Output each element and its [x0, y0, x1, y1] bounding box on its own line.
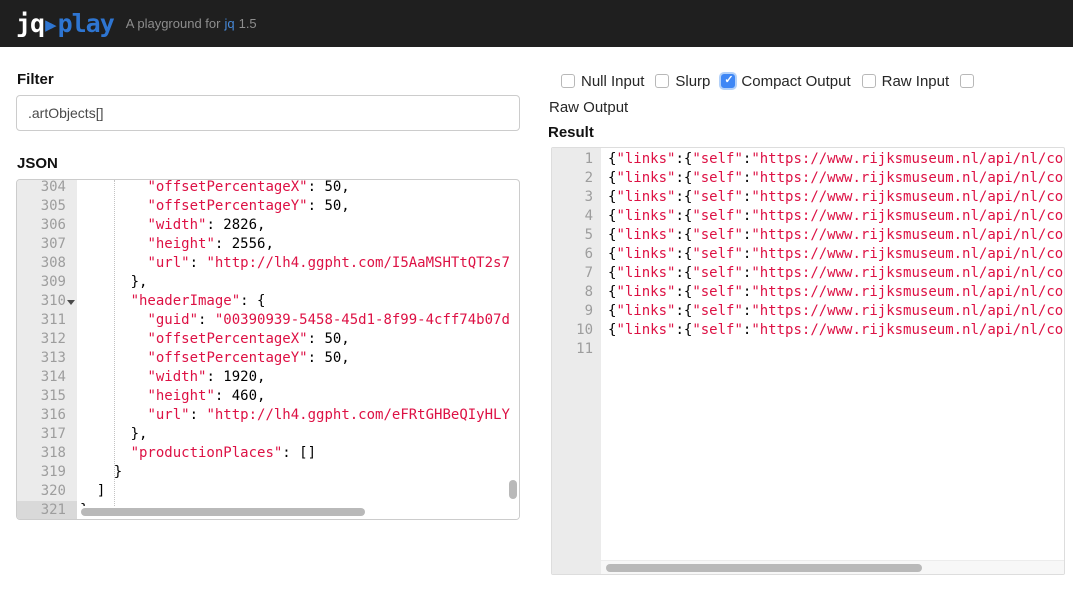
- code-line: "guid": "00390939-5458-45d1-8f99-4cff74b…: [80, 311, 519, 330]
- tagline: A playground forjq 1.5: [126, 16, 257, 31]
- code-line: "width": 2826,: [80, 216, 519, 235]
- tagline-version: 1.5: [239, 16, 257, 31]
- gutter-line-number: 307: [17, 235, 77, 254]
- code-line: {"links":{"self":"https://www.rijksmuseu…: [608, 226, 1064, 245]
- code-line: {"links":{"self":"https://www.rijksmuseu…: [608, 207, 1064, 226]
- result-hscroll-thumb[interactable]: [606, 564, 922, 572]
- gutter-line-number: 309: [17, 273, 77, 292]
- gutter-line-number: 1: [552, 150, 601, 169]
- json-editor-code[interactable]: "offsetPercentageX": 50, "offsetPercenta…: [77, 179, 519, 519]
- option-label: Null Input: [581, 73, 644, 90]
- gutter-line-number: 321: [17, 501, 77, 520]
- gutter-line-number: 316: [17, 406, 77, 425]
- gutter-line-number: 7: [552, 264, 601, 283]
- code-line: "height": 2556,: [80, 235, 519, 254]
- option-raw-input[interactable]: Raw Input: [862, 73, 950, 90]
- gutter-line-number: 313: [17, 349, 77, 368]
- header: jq ▶ play A playground forjq1.5: [0, 0, 1073, 47]
- code-line: ]: [80, 482, 519, 501]
- gutter-line-number: 11: [552, 340, 601, 359]
- code-line: {"links":{"self":"https://www.rijksmuseu…: [608, 150, 1064, 169]
- tagline-prefix: A playground for: [126, 16, 221, 31]
- checkbox-raw-output[interactable]: [960, 74, 974, 88]
- code-line: "url": "http://lh4.ggpht.com/I5AaMSHTtQT…: [80, 254, 519, 273]
- code-line: {"links":{"self":"https://www.rijksmuseu…: [608, 283, 1064, 302]
- code-line: {"links":{"self":"https://www.rijksmuseu…: [608, 321, 1064, 340]
- jq-link[interactable]: jq: [224, 16, 234, 31]
- gutter-line-number: 3: [552, 188, 601, 207]
- option-null-input[interactable]: Null Input: [561, 73, 644, 90]
- code-line: "height": 460,: [80, 387, 519, 406]
- play-triangle-icon: ▶: [45, 14, 56, 36]
- result-editor-code: {"links":{"self":"https://www.rijksmuseu…: [601, 148, 1064, 574]
- result-editor: 1234567891011 {"links":{"self":"https://…: [551, 147, 1065, 575]
- result-heading: Result: [548, 124, 594, 141]
- jqplay-logo[interactable]: jq ▶ play: [16, 9, 114, 38]
- json-horizontal-scrollbar[interactable]: [77, 506, 519, 519]
- json-editor-gutter: 3043053063073083093103113123133143153163…: [17, 180, 77, 519]
- checkbox-slurp[interactable]: [655, 74, 669, 88]
- code-line: },: [80, 425, 519, 444]
- gutter-line-number: 319: [17, 463, 77, 482]
- code-line: {"links":{"self":"https://www.rijksmuseu…: [608, 302, 1064, 321]
- code-line: "url": "http://lh4.ggpht.com/eFRtGHBeQIy…: [80, 406, 519, 425]
- option-label: Raw Input: [882, 73, 950, 90]
- code-line: {"links":{"self":"https://www.rijksmuseu…: [608, 169, 1064, 188]
- option-slurp[interactable]: Slurp: [655, 73, 710, 90]
- json-vscroll-thumb[interactable]: [509, 480, 517, 499]
- gutter-line-number: 314: [17, 368, 77, 387]
- code-line: },: [80, 273, 519, 292]
- code-line: "offsetPercentageY": 50,: [80, 349, 519, 368]
- gutter-line-number: 4: [552, 207, 601, 226]
- result-horizontal-scrollbar[interactable]: [601, 560, 1064, 574]
- logo-play-text: play: [58, 9, 114, 38]
- gutter-line-number: 306: [17, 216, 77, 235]
- checkbox-raw-input[interactable]: [862, 74, 876, 88]
- code-line: {"links":{"self":"https://www.rijksmuseu…: [608, 245, 1064, 264]
- json-hscroll-thumb[interactable]: [81, 508, 365, 516]
- code-line: {"links":{"self":"https://www.rijksmuseu…: [608, 264, 1064, 283]
- gutter-line-number: 6: [552, 245, 601, 264]
- json-editor[interactable]: 3043053063073083093103113123133143153163…: [16, 179, 520, 520]
- code-line: "offsetPercentageX": 50,: [80, 330, 519, 349]
- code-line: "width": 1920,: [80, 368, 519, 387]
- gutter-line-number: 304: [17, 179, 77, 197]
- code-line: "productionPlaces": []: [80, 444, 519, 463]
- code-line: "headerImage": {: [80, 292, 519, 311]
- option-label: Slurp: [675, 73, 710, 90]
- options-row: Null Input Slurp Compact Output Raw Input: [561, 72, 974, 90]
- gutter-line-number: 2: [552, 169, 601, 188]
- raw-output-label[interactable]: Raw Output: [549, 99, 628, 116]
- fold-arrow-icon[interactable]: [67, 300, 75, 305]
- gutter-line-number: 5: [552, 226, 601, 245]
- gutter-line-number: 308: [17, 254, 77, 273]
- gutter-line-number: 10: [552, 321, 601, 340]
- gutter-line-number: 310: [17, 292, 77, 311]
- gutter-line-number: 315: [17, 387, 77, 406]
- gutter-line-number: 305: [17, 197, 77, 216]
- filter-input[interactable]: [16, 95, 520, 131]
- option-compact-output[interactable]: Compact Output: [721, 73, 850, 90]
- json-heading: JSON: [17, 155, 58, 172]
- gutter-line-number: 320: [17, 482, 77, 501]
- filter-heading: Filter: [17, 71, 54, 88]
- gutter-line-number: 312: [17, 330, 77, 349]
- gutter-line-number: 318: [17, 444, 77, 463]
- option-label: Compact Output: [741, 73, 850, 90]
- checkbox-null-input[interactable]: [561, 74, 575, 88]
- gutter-line-number: 311: [17, 311, 77, 330]
- code-line: {"links":{"self":"https://www.rijksmuseu…: [608, 188, 1064, 207]
- gutter-line-number: 9: [552, 302, 601, 321]
- gutter-line-number: 8: [552, 283, 601, 302]
- code-line: "offsetPercentageY": 50,: [80, 197, 519, 216]
- checkbox-compact-output[interactable]: [721, 74, 735, 88]
- result-editor-gutter: 1234567891011: [552, 148, 601, 574]
- code-line: }: [80, 463, 519, 482]
- code-line: "offsetPercentageX": 50,: [80, 179, 519, 197]
- code-line: [608, 340, 1064, 359]
- logo-jq-text: jq: [16, 9, 44, 38]
- gutter-line-number: 317: [17, 425, 77, 444]
